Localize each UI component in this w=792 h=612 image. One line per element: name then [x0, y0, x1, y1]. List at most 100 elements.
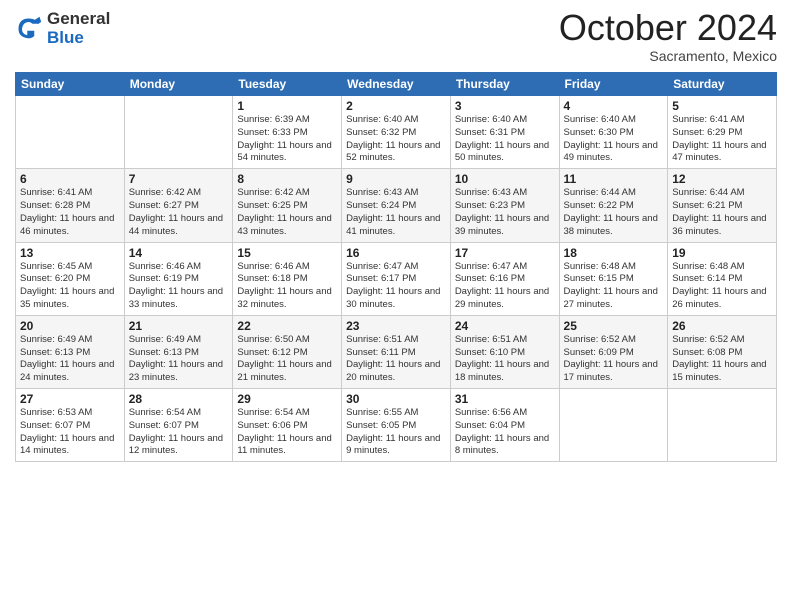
calendar-cell: 2Sunrise: 6:40 AMSunset: 6:32 PMDaylight…	[342, 96, 451, 169]
calendar-cell: 6Sunrise: 6:41 AMSunset: 6:28 PMDaylight…	[16, 169, 125, 242]
calendar-cell: 29Sunrise: 6:54 AMSunset: 6:06 PMDayligh…	[233, 389, 342, 462]
calendar-cell	[16, 96, 125, 169]
day-number: 21	[129, 319, 229, 333]
day-number: 26	[672, 319, 772, 333]
day-info: Sunrise: 6:40 AMSunset: 6:31 PMDaylight:…	[455, 114, 555, 165]
day-info: Sunrise: 6:47 AMSunset: 6:17 PMDaylight:…	[346, 261, 446, 312]
day-info: Sunrise: 6:39 AMSunset: 6:33 PMDaylight:…	[237, 114, 337, 165]
day-number: 22	[237, 319, 337, 333]
day-number: 13	[20, 246, 120, 260]
day-info: Sunrise: 6:48 AMSunset: 6:14 PMDaylight:…	[672, 261, 772, 312]
day-number: 1	[237, 99, 337, 113]
calendar-cell: 20Sunrise: 6:49 AMSunset: 6:13 PMDayligh…	[16, 315, 125, 388]
calendar-week-1: 1Sunrise: 6:39 AMSunset: 6:33 PMDaylight…	[16, 96, 777, 169]
day-number: 28	[129, 392, 229, 406]
logo: General Blue	[15, 10, 110, 47]
calendar-week-3: 13Sunrise: 6:45 AMSunset: 6:20 PMDayligh…	[16, 242, 777, 315]
day-number: 19	[672, 246, 772, 260]
calendar-header-row: Sunday Monday Tuesday Wednesday Thursday…	[16, 73, 777, 96]
day-number: 4	[564, 99, 664, 113]
day-number: 6	[20, 172, 120, 186]
day-info: Sunrise: 6:56 AMSunset: 6:04 PMDaylight:…	[455, 407, 555, 458]
calendar-cell: 12Sunrise: 6:44 AMSunset: 6:21 PMDayligh…	[668, 169, 777, 242]
day-info: Sunrise: 6:43 AMSunset: 6:24 PMDaylight:…	[346, 187, 446, 238]
day-info: Sunrise: 6:55 AMSunset: 6:05 PMDaylight:…	[346, 407, 446, 458]
col-thursday: Thursday	[450, 73, 559, 96]
day-number: 15	[237, 246, 337, 260]
day-info: Sunrise: 6:44 AMSunset: 6:21 PMDaylight:…	[672, 187, 772, 238]
day-info: Sunrise: 6:48 AMSunset: 6:15 PMDaylight:…	[564, 261, 664, 312]
calendar-cell: 19Sunrise: 6:48 AMSunset: 6:14 PMDayligh…	[668, 242, 777, 315]
calendar-cell: 7Sunrise: 6:42 AMSunset: 6:27 PMDaylight…	[124, 169, 233, 242]
day-info: Sunrise: 6:44 AMSunset: 6:22 PMDaylight:…	[564, 187, 664, 238]
calendar-cell: 4Sunrise: 6:40 AMSunset: 6:30 PMDaylight…	[559, 96, 668, 169]
day-number: 16	[346, 246, 446, 260]
day-info: Sunrise: 6:41 AMSunset: 6:28 PMDaylight:…	[20, 187, 120, 238]
calendar-cell: 10Sunrise: 6:43 AMSunset: 6:23 PMDayligh…	[450, 169, 559, 242]
col-sunday: Sunday	[16, 73, 125, 96]
day-info: Sunrise: 6:52 AMSunset: 6:08 PMDaylight:…	[672, 334, 772, 385]
day-info: Sunrise: 6:43 AMSunset: 6:23 PMDaylight:…	[455, 187, 555, 238]
day-info: Sunrise: 6:51 AMSunset: 6:10 PMDaylight:…	[455, 334, 555, 385]
calendar-week-4: 20Sunrise: 6:49 AMSunset: 6:13 PMDayligh…	[16, 315, 777, 388]
calendar-cell: 21Sunrise: 6:49 AMSunset: 6:13 PMDayligh…	[124, 315, 233, 388]
logo-text: General Blue	[47, 10, 110, 47]
calendar-cell: 30Sunrise: 6:55 AMSunset: 6:05 PMDayligh…	[342, 389, 451, 462]
col-friday: Friday	[559, 73, 668, 96]
day-info: Sunrise: 6:41 AMSunset: 6:29 PMDaylight:…	[672, 114, 772, 165]
day-number: 9	[346, 172, 446, 186]
calendar-cell: 11Sunrise: 6:44 AMSunset: 6:22 PMDayligh…	[559, 169, 668, 242]
day-info: Sunrise: 6:42 AMSunset: 6:25 PMDaylight:…	[237, 187, 337, 238]
calendar-cell: 24Sunrise: 6:51 AMSunset: 6:10 PMDayligh…	[450, 315, 559, 388]
calendar-cell: 25Sunrise: 6:52 AMSunset: 6:09 PMDayligh…	[559, 315, 668, 388]
col-monday: Monday	[124, 73, 233, 96]
page: General Blue October 2024 Sacramento, Me…	[0, 0, 792, 612]
calendar-table: Sunday Monday Tuesday Wednesday Thursday…	[15, 72, 777, 462]
day-info: Sunrise: 6:46 AMSunset: 6:18 PMDaylight:…	[237, 261, 337, 312]
calendar-week-2: 6Sunrise: 6:41 AMSunset: 6:28 PMDaylight…	[16, 169, 777, 242]
day-number: 25	[564, 319, 664, 333]
day-info: Sunrise: 6:42 AMSunset: 6:27 PMDaylight:…	[129, 187, 229, 238]
calendar-cell: 22Sunrise: 6:50 AMSunset: 6:12 PMDayligh…	[233, 315, 342, 388]
logo-icon	[15, 15, 43, 43]
calendar-cell: 5Sunrise: 6:41 AMSunset: 6:29 PMDaylight…	[668, 96, 777, 169]
day-number: 24	[455, 319, 555, 333]
calendar-cell: 1Sunrise: 6:39 AMSunset: 6:33 PMDaylight…	[233, 96, 342, 169]
day-number: 7	[129, 172, 229, 186]
title-block: October 2024 Sacramento, Mexico	[559, 10, 777, 64]
day-info: Sunrise: 6:49 AMSunset: 6:13 PMDaylight:…	[129, 334, 229, 385]
day-info: Sunrise: 6:53 AMSunset: 6:07 PMDaylight:…	[20, 407, 120, 458]
day-number: 5	[672, 99, 772, 113]
day-info: Sunrise: 6:46 AMSunset: 6:19 PMDaylight:…	[129, 261, 229, 312]
day-number: 29	[237, 392, 337, 406]
day-info: Sunrise: 6:51 AMSunset: 6:11 PMDaylight:…	[346, 334, 446, 385]
day-number: 10	[455, 172, 555, 186]
month-title: October 2024	[559, 10, 777, 46]
day-info: Sunrise: 6:40 AMSunset: 6:30 PMDaylight:…	[564, 114, 664, 165]
calendar-cell: 8Sunrise: 6:42 AMSunset: 6:25 PMDaylight…	[233, 169, 342, 242]
calendar-cell: 9Sunrise: 6:43 AMSunset: 6:24 PMDaylight…	[342, 169, 451, 242]
calendar-cell	[124, 96, 233, 169]
calendar-cell: 28Sunrise: 6:54 AMSunset: 6:07 PMDayligh…	[124, 389, 233, 462]
header: General Blue October 2024 Sacramento, Me…	[15, 10, 777, 64]
day-number: 8	[237, 172, 337, 186]
calendar-cell: 15Sunrise: 6:46 AMSunset: 6:18 PMDayligh…	[233, 242, 342, 315]
col-saturday: Saturday	[668, 73, 777, 96]
col-wednesday: Wednesday	[342, 73, 451, 96]
calendar-cell: 16Sunrise: 6:47 AMSunset: 6:17 PMDayligh…	[342, 242, 451, 315]
day-number: 11	[564, 172, 664, 186]
day-info: Sunrise: 6:40 AMSunset: 6:32 PMDaylight:…	[346, 114, 446, 165]
calendar-cell: 17Sunrise: 6:47 AMSunset: 6:16 PMDayligh…	[450, 242, 559, 315]
col-tuesday: Tuesday	[233, 73, 342, 96]
calendar-cell: 13Sunrise: 6:45 AMSunset: 6:20 PMDayligh…	[16, 242, 125, 315]
day-info: Sunrise: 6:50 AMSunset: 6:12 PMDaylight:…	[237, 334, 337, 385]
day-number: 2	[346, 99, 446, 113]
day-number: 23	[346, 319, 446, 333]
day-number: 18	[564, 246, 664, 260]
day-number: 12	[672, 172, 772, 186]
day-info: Sunrise: 6:49 AMSunset: 6:13 PMDaylight:…	[20, 334, 120, 385]
calendar-cell: 27Sunrise: 6:53 AMSunset: 6:07 PMDayligh…	[16, 389, 125, 462]
day-number: 17	[455, 246, 555, 260]
day-info: Sunrise: 6:52 AMSunset: 6:09 PMDaylight:…	[564, 334, 664, 385]
calendar-cell	[668, 389, 777, 462]
